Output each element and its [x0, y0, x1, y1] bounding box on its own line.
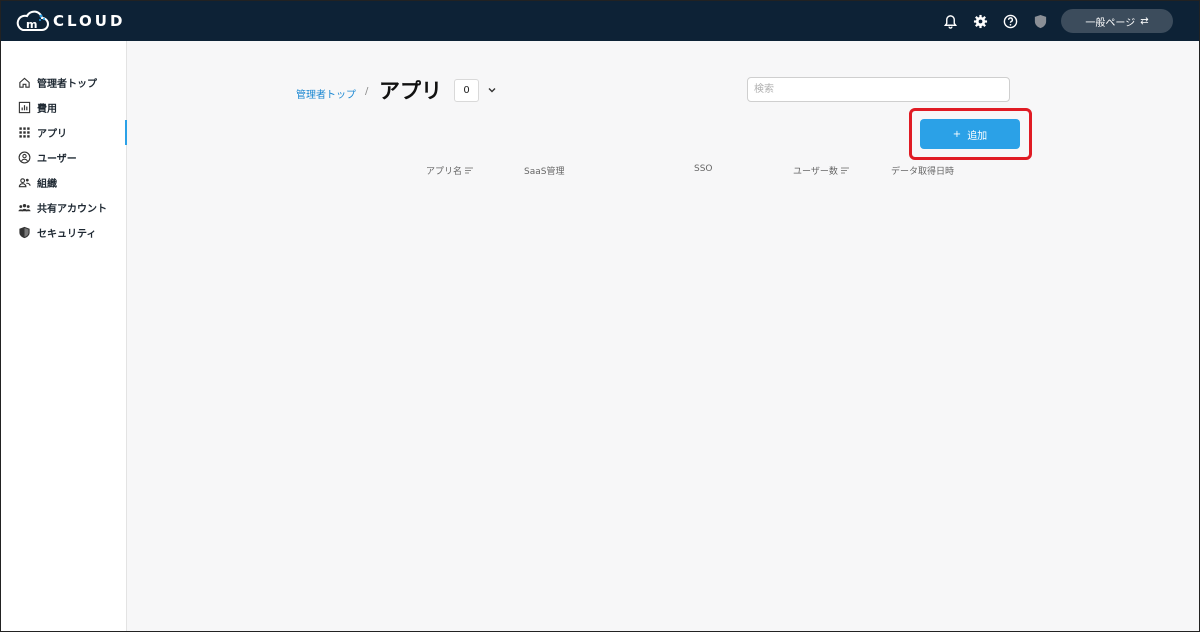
chart-icon [18, 101, 31, 114]
svg-text:m: m [26, 18, 37, 31]
chevron-down-icon[interactable] [486, 84, 498, 96]
sidebar-item-label: 費用 [37, 104, 57, 115]
switch-label: 一般ページ [1085, 17, 1136, 29]
sidebar: 管理者トップ 費用 アプリ ユーザー 組織 共有アカウント セキュリティ [1, 41, 127, 631]
column-header-data-fetched-at: データ取得日時 [891, 164, 954, 177]
switch-to-general-page-button[interactable]: 一般ページ ⇄ [1061, 9, 1173, 33]
security-status[interactable] [1025, 1, 1055, 41]
add-button-label: 追加 [967, 130, 988, 142]
search-input[interactable] [747, 77, 1010, 102]
column-header-app-name[interactable]: アプリ名 [426, 164, 474, 177]
user-icon [18, 151, 31, 164]
sort-icon[interactable] [840, 167, 849, 174]
app-count-badge: 0 [454, 79, 479, 102]
sidebar-item-label: 組織 [37, 179, 57, 190]
column-label: SaaS管理 [524, 167, 565, 177]
group-icon [18, 176, 31, 189]
column-header-sso: SSO [694, 164, 713, 174]
column-label: アプリ名 [426, 167, 463, 177]
sidebar-item-cost[interactable]: 費用 [1, 95, 126, 120]
settings-button[interactable] [965, 1, 995, 41]
sidebar-item-apps[interactable]: アプリ [1, 120, 127, 145]
home-icon [18, 76, 31, 89]
column-header-saas-management: SaaS管理 [524, 164, 564, 177]
app-window: m CLOUD 一般ページ ⇄ 管理者トップ 費用 アプリ ユーザー 組織 共有… [0, 0, 1200, 632]
shared-account-icon [18, 201, 31, 214]
sidebar-item-organization[interactable]: 組織 [1, 170, 126, 195]
column-label: データ取得日時 [891, 167, 955, 177]
column-label: SSO [694, 164, 713, 174]
vertical-scrollbar[interactable] [1185, 41, 1199, 631]
gear-icon [973, 14, 988, 29]
shield-icon [1033, 14, 1048, 29]
column-header-user-count[interactable]: ユーザー数 [793, 164, 849, 177]
sidebar-item-security[interactable]: セキュリティ [1, 220, 126, 245]
grid-icon [18, 126, 31, 139]
help-button[interactable] [995, 1, 1025, 41]
sidebar-item-users[interactable]: ユーザー [1, 145, 126, 170]
swap-arrows-icon: ⇄ [1140, 15, 1149, 27]
shield-icon [18, 226, 31, 239]
sort-icon[interactable] [465, 167, 474, 174]
page-title: アプリ [379, 79, 442, 103]
breadcrumb-separator: / [365, 86, 369, 97]
sidebar-item-label: 管理者トップ [37, 79, 97, 90]
cloud-logo-icon: m [15, 8, 49, 34]
notification-button[interactable] [935, 1, 965, 41]
sidebar-item-shared-accounts[interactable]: 共有アカウント [1, 195, 126, 220]
sidebar-item-label: 共有アカウント [37, 204, 107, 215]
breadcrumb-admin-top[interactable]: 管理者トップ [296, 86, 356, 101]
sidebar-item-label: ユーザー [37, 154, 77, 165]
help-icon [1003, 14, 1018, 29]
logo-text: CLOUD [53, 12, 126, 30]
column-label: ユーザー数 [793, 167, 838, 177]
add-app-button[interactable]: + 追加 [920, 119, 1020, 149]
logo[interactable]: m CLOUD [15, 8, 125, 34]
sidebar-item-label: セキュリティ [37, 229, 97, 240]
sidebar-item-admin-top[interactable]: 管理者トップ [1, 70, 126, 95]
top-bar: m CLOUD 一般ページ ⇄ [1, 1, 1199, 41]
bell-icon [943, 14, 958, 29]
sidebar-item-label: アプリ [37, 129, 67, 140]
plus-icon: + [952, 128, 962, 140]
